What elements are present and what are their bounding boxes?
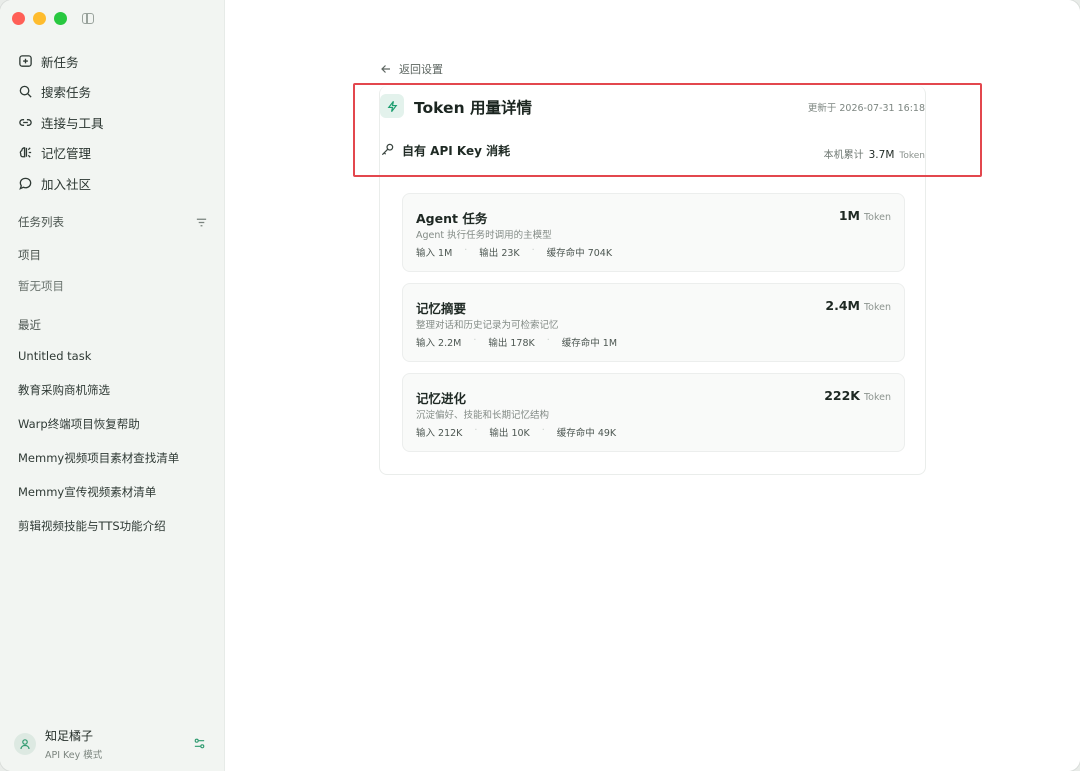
usage-card-memory-summary: 记忆摘要 2.4M Token 整理对话和历史记录为可检索记忆 输入 2.2M … — [402, 283, 905, 362]
card-value-unit: Token — [863, 212, 891, 223]
filter-icon[interactable] — [195, 216, 208, 229]
sidebar-item-label: 记忆管理 — [41, 146, 92, 162]
recent-task-item[interactable]: Untitled task — [18, 346, 218, 366]
app-window: 新任务 搜索任务 连接与工具 记忆管理 加入社区 任务列表 项目 暂无项目 最近… — [0, 0, 1080, 771]
sidebar-item-label: 新任务 — [41, 54, 79, 70]
recent-task-item[interactable]: 教育采购商机筛选 — [18, 373, 218, 407]
projects-label: 项目 — [18, 248, 41, 262]
minimize-window-button[interactable] — [33, 12, 46, 25]
input-stat: 输入 212K — [416, 428, 463, 439]
chat-bubble-icon — [19, 177, 32, 190]
sidebar-item-label: 连接与工具 — [41, 115, 104, 131]
sidebar-item-community[interactable]: 加入社区 — [18, 168, 218, 199]
main-content: 返回设置 Token 用量详情 更新于 2026-07-31 16:18 自有 … — [225, 0, 1080, 771]
task-list-header: 任务列表 — [18, 214, 208, 230]
close-window-button[interactable] — [12, 12, 25, 25]
no-projects-text: 暂无项目 — [18, 279, 64, 293]
input-stat: 输入 1M — [416, 248, 453, 259]
search-icon — [19, 85, 32, 98]
stat-separator: · — [464, 245, 468, 256]
page-title: Token 用量详情 — [414, 99, 532, 117]
sidebar-item-search[interactable]: 搜索任务 — [18, 77, 218, 108]
arrow-left-icon — [381, 65, 390, 73]
window-controls — [12, 12, 67, 25]
card-stats: 输入 2.2M · 输出 178K · 缓存命中 1M — [416, 335, 617, 349]
sidebar-toggle-icon[interactable] — [82, 13, 94, 24]
card-title: Agent 任务 — [416, 211, 488, 226]
stat-separator: · — [473, 335, 477, 346]
recent-task-item[interactable]: Memmy宣传视频素材清单 — [18, 475, 218, 509]
usage-card-memory-evolution: 记忆进化 222K Token 沉淀偏好、技能和长期记忆结构 输入 212K ·… — [402, 373, 905, 452]
card-description: 整理对话和历史记录为可检索记忆 — [416, 320, 559, 331]
card-title: 记忆进化 — [416, 391, 467, 406]
card-value-number: 2.4M — [825, 298, 860, 313]
output-stat: 输出 10K — [489, 428, 530, 439]
sidebar-nav: 新任务 搜索任务 连接与工具 记忆管理 加入社区 — [18, 46, 218, 199]
own-api-key-title: 自有 API Key 消耗 — [402, 144, 511, 158]
back-to-settings-link[interactable]: 返回设置 — [380, 61, 443, 77]
key-icon — [381, 143, 394, 156]
stat-separator: · — [541, 425, 545, 436]
recent-task-item[interactable]: 剪辑视频技能与TTS功能介绍 — [18, 509, 218, 543]
card-value-unit: Token — [863, 392, 891, 403]
total-unit: Token — [899, 151, 925, 161]
task-list-label: 任务列表 — [18, 215, 64, 229]
output-stat: 输出 178K — [488, 338, 535, 349]
usage-cards: Agent 任务 1M Token Agent 执行任务时调用的主模型 输入 1… — [402, 193, 905, 463]
card-value: 2.4M Token — [825, 298, 891, 313]
card-value-number: 222K — [824, 388, 860, 403]
card-value-number: 1M — [838, 208, 860, 223]
user-name: 知足橘子 — [45, 729, 94, 743]
card-description: Agent 执行任务时调用的主模型 — [416, 230, 552, 241]
settings-sliders-icon[interactable] — [193, 737, 206, 750]
memory-icon — [19, 147, 32, 158]
card-value: 1M Token — [839, 208, 891, 223]
user-profile[interactable]: 知足橘子 API Key 模式 — [14, 727, 214, 761]
sidebar: 新任务 搜索任务 连接与工具 记忆管理 加入社区 任务列表 项目 暂无项目 最近… — [0, 0, 225, 771]
link-icon — [19, 118, 32, 126]
card-title: 记忆摘要 — [416, 301, 467, 316]
maximize-window-button[interactable] — [54, 12, 67, 25]
sidebar-item-connections[interactable]: 连接与工具 — [18, 107, 218, 138]
new-task-icon — [19, 54, 32, 67]
sidebar-item-label: 加入社区 — [41, 176, 92, 192]
card-description: 沉淀偏好、技能和长期记忆结构 — [416, 410, 550, 421]
card-stats: 输入 1M · 输出 23K · 缓存命中 704K — [416, 245, 612, 259]
total-value: 3.7M — [868, 149, 895, 161]
panel-header: Token 用量详情 更新于 2026-07-31 16:18 — [380, 86, 925, 130]
sidebar-item-new-task[interactable]: 新任务 — [18, 46, 218, 77]
stat-separator: · — [531, 245, 535, 256]
cache-stat: 缓存命中 704K — [546, 248, 613, 259]
sidebar-item-label: 搜索任务 — [41, 85, 92, 101]
input-stat: 输入 2.2M — [416, 338, 462, 349]
user-icon — [20, 739, 30, 750]
lightning-icon — [380, 94, 404, 118]
total-label: 本机累计 — [823, 150, 864, 161]
recent-task-item[interactable]: Warp终端项目恢复帮助 — [18, 407, 218, 441]
updated-timestamp: 更新于 2026-07-31 16:18 — [807, 103, 925, 114]
output-stat: 输出 23K — [479, 248, 520, 259]
token-usage-panel: Token 用量详情 更新于 2026-07-31 16:18 自有 API K… — [379, 86, 926, 475]
stat-separator: · — [474, 425, 478, 436]
usage-card-agent: Agent 任务 1M Token Agent 执行任务时调用的主模型 输入 1… — [402, 193, 905, 272]
card-value-unit: Token — [863, 302, 891, 313]
sidebar-item-memory[interactable]: 记忆管理 — [18, 138, 218, 169]
avatar — [14, 733, 36, 755]
own-api-key-header: 自有 API Key 消耗 本机累计 3.7M Token — [380, 138, 925, 162]
recent-label: 最近 — [18, 318, 41, 332]
cache-stat: 缓存命中 1M — [561, 338, 618, 349]
stat-separator: · — [546, 335, 550, 346]
card-stats: 输入 212K · 输出 10K · 缓存命中 49K — [416, 425, 616, 439]
cache-stat: 缓存命中 49K — [556, 428, 617, 439]
recent-list: Untitled task 教育采购商机筛选 Warp终端项目恢复帮助 Memm… — [18, 346, 218, 543]
back-label: 返回设置 — [399, 63, 443, 76]
recent-task-item[interactable]: Memmy视频项目素材查找清单 — [18, 441, 218, 475]
card-value: 222K Token — [824, 388, 891, 403]
local-total: 本机累计 3.7M Token — [824, 146, 925, 161]
user-mode: API Key 模式 — [45, 750, 103, 761]
